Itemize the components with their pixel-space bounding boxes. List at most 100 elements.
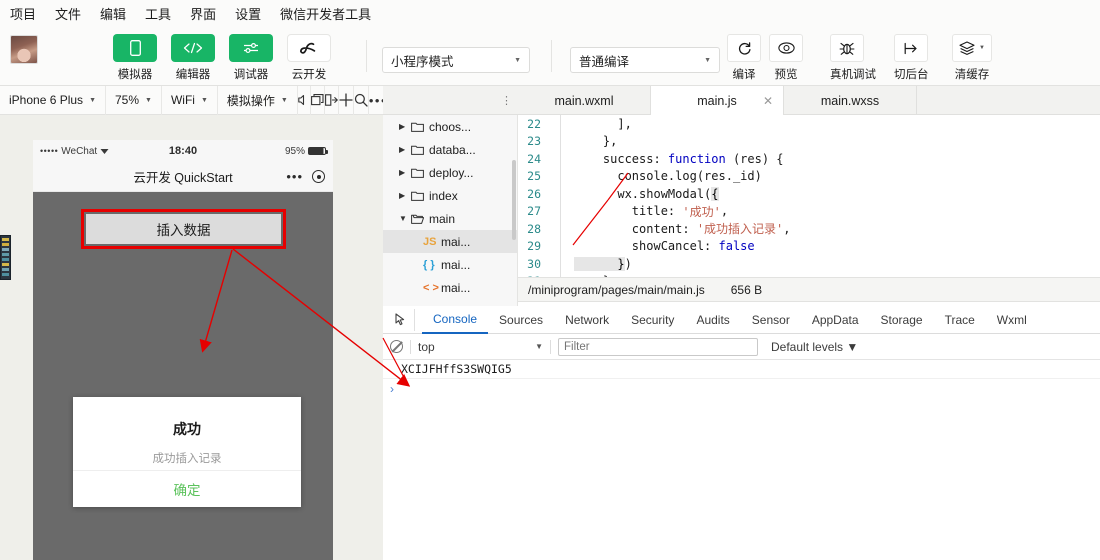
window-icon[interactable] <box>310 85 325 115</box>
tab-label: Console <box>433 311 478 326</box>
project-mode-select[interactable]: 小程序模式 ▼ <box>382 47 530 73</box>
line-number: 29 <box>527 239 541 254</box>
chevron-down-icon: ▼ <box>200 96 208 104</box>
editor-tab-bar: main.wxml main.js ✕ main.wxss <box>518 86 1100 115</box>
console-output[interactable]: XCIJFHffS3SWQIG5 › <box>383 360 1100 560</box>
hidden-panel-sliver[interactable] <box>0 235 11 280</box>
code-keyword: false <box>718 239 755 254</box>
wechat-devtools-window: 项目 文件 编辑 工具 界面 设置 微信开发者工具 模拟器 编辑器 调试器 云开… <box>0 0 1100 560</box>
tab-label: Sources <box>499 312 544 327</box>
devtools-tab-network[interactable]: Network <box>554 306 620 334</box>
tree-folder-database[interactable]: ▶ databa... <box>383 138 517 161</box>
indent-guide <box>560 150 561 168</box>
code-line: 29 showCancel: false <box>518 237 1100 255</box>
code-text: success: <box>574 151 668 166</box>
tree-folder-main[interactable]: ▼ main <box>383 207 517 230</box>
insert-data-button[interactable]: 插入数据 <box>86 214 281 244</box>
device-value: iPhone 6 Plus <box>9 93 84 107</box>
code-line: 28 content: '成功插入记录', <box>518 220 1100 238</box>
code-text: showCancel: <box>574 239 719 254</box>
tree-label: mai... <box>441 257 471 272</box>
simulator-button-label: 模拟器 <box>117 69 153 81</box>
chevron-down-icon: ▼ <box>145 96 152 104</box>
console-context-select[interactable]: top ▼ <box>418 340 543 354</box>
overflow-icon[interactable]: ⋮ <box>501 94 512 107</box>
indent-guide <box>560 202 561 220</box>
devtools-tab-audits[interactable]: Audits <box>685 306 740 334</box>
explorer-scrollbar[interactable] <box>512 160 516 240</box>
network-select[interactable]: WiFi ▼ <box>162 85 218 115</box>
code-text: console.log(res._id) <box>574 169 762 184</box>
code-text: title: <box>574 204 683 219</box>
zoom-select[interactable]: 75% ▼ <box>106 85 162 115</box>
preview-button-label: 预览 <box>774 69 798 81</box>
clear-console-icon[interactable] <box>390 340 403 353</box>
devtools-tab-sensor[interactable]: Sensor <box>741 306 801 334</box>
tab-main-wxss[interactable]: main.wxss <box>784 86 917 115</box>
cloud-dev-button[interactable]: 云开发 <box>287 34 331 82</box>
devtools-tab-security[interactable]: Security <box>620 306 685 334</box>
devtools-tab-wxml[interactable]: Wxml <box>986 306 1038 334</box>
layers-icon: ▼ <box>952 34 992 62</box>
tree-folder-index[interactable]: ▶ index <box>383 184 517 207</box>
inspect-element-icon[interactable] <box>389 308 415 331</box>
tree-folder-deploy[interactable]: ▶ deploy... <box>383 161 517 184</box>
devtools-tab-console[interactable]: Console <box>422 306 489 334</box>
line-number: 26 <box>527 186 541 201</box>
clear-cache-button[interactable]: ▼ 清缓存 <box>952 34 992 82</box>
modal-confirm-button[interactable]: 确定 <box>73 471 301 507</box>
menu-item-edit[interactable]: 编辑 <box>100 4 126 23</box>
tree-folder-choose[interactable]: ▶ choos... <box>383 115 517 138</box>
console-prompt[interactable]: › <box>383 379 1100 398</box>
background-switch-button[interactable]: 切后台 <box>894 34 929 82</box>
nav-more-icon[interactable]: ••• <box>286 169 303 184</box>
search-icon[interactable] <box>354 85 369 115</box>
console-levels-select[interactable]: Default levels ▼ <box>771 340 858 354</box>
preview-button[interactable]: 预览 <box>769 34 803 82</box>
editor-button[interactable]: 编辑器 <box>171 34 215 82</box>
editor-button-label: 编辑器 <box>175 69 211 81</box>
devtools-tab-trace[interactable]: Trace <box>934 306 986 334</box>
code-icon <box>171 34 215 62</box>
simulator-button[interactable]: 模拟器 <box>113 34 157 82</box>
menu-item-project[interactable]: 项目 <box>10 4 36 23</box>
tab-main-wxml[interactable]: main.wxml <box>518 86 651 115</box>
folder-open-icon <box>411 213 429 224</box>
tab-main-js[interactable]: main.js ✕ <box>651 86 784 115</box>
indent-guide <box>560 237 561 255</box>
user-avatar[interactable] <box>10 35 38 64</box>
speaker-icon[interactable] <box>298 85 311 115</box>
devtools-tab-appdata[interactable]: AppData <box>801 306 870 334</box>
menu-item-settings[interactable]: 设置 <box>235 4 261 23</box>
menu-item-tools[interactable]: 工具 <box>145 4 171 23</box>
debugger-button[interactable]: 调试器 <box>229 34 273 82</box>
tree-file-main-js[interactable]: JS mai... <box>383 230 517 253</box>
right-pane: ⋮ ▶ choos... ▶ databa... ▶ deploy... ▶ i… <box>383 86 1100 560</box>
menu-item-file[interactable]: 文件 <box>55 4 81 23</box>
devtools-tab-storage[interactable]: Storage <box>870 306 934 334</box>
compile-button[interactable]: 编译 <box>727 34 761 82</box>
modal-content: 成功插入记录 <box>152 453 222 465</box>
console-filter-input[interactable] <box>558 337 758 356</box>
menu-item-interface[interactable]: 界面 <box>190 4 216 23</box>
tree-file-main-wxml[interactable]: < > mai... <box>383 276 517 299</box>
tree-label: mai... <box>441 234 471 249</box>
file-size: 656 B <box>730 282 763 297</box>
code-editor[interactable]: 22 ], 23 }, 24 success: function (res) {… <box>518 115 1100 277</box>
panel-right-icon[interactable] <box>324 85 339 115</box>
close-icon[interactable]: ✕ <box>763 94 773 108</box>
main-toolbar: 模拟器 编辑器 调试器 云开发 小程序模式 ▼ 普通编译 ▼ 编译 预览 真机调… <box>0 26 1100 86</box>
zoom-value: 75% <box>115 93 140 107</box>
menu-item-devtools[interactable]: 微信开发者工具 <box>280 4 371 23</box>
compile-mode-select[interactable]: 普通编译 ▼ <box>570 47 720 73</box>
clear-cache-label: 清缓存 <box>954 69 990 81</box>
chevron-right-icon: ▶ <box>399 168 406 177</box>
nav-target-icon[interactable] <box>312 170 325 183</box>
tree-label: index <box>429 188 458 203</box>
operation-select[interactable]: 模拟操作 ▼ <box>218 85 298 115</box>
plus-icon[interactable] <box>339 85 354 115</box>
devtools-tab-sources[interactable]: Sources <box>488 306 554 334</box>
device-select[interactable]: iPhone 6 Plus ▼ <box>0 85 106 115</box>
real-device-debug-button[interactable]: 真机调试 <box>830 34 876 82</box>
tree-file-main-json[interactable]: { } mai... <box>383 253 517 276</box>
